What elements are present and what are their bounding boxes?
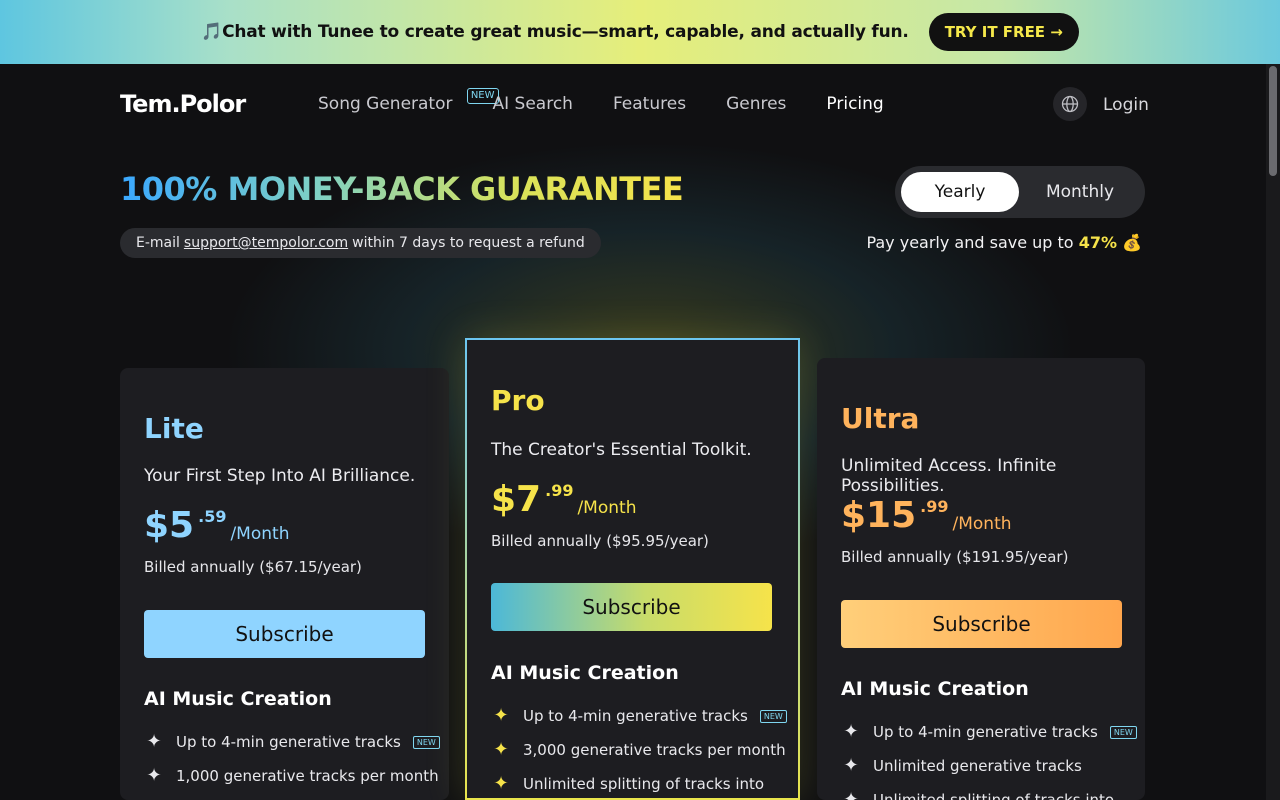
nav-pricing[interactable]: Pricing <box>826 94 883 114</box>
subscribe-button[interactable]: Subscribe <box>841 600 1122 648</box>
sparkle-icon: ✦ <box>146 765 162 786</box>
yearly-savings-note: Pay yearly and save up to 47% 💰 <box>866 233 1142 252</box>
save-text: Pay yearly and save up to <box>866 233 1074 252</box>
plan-price: $7 .99 /Month <box>491 480 636 520</box>
monthly-option[interactable]: Monthly <box>1021 172 1139 212</box>
price-whole: $5 <box>144 505 195 546</box>
sparkle-icon: ✦ <box>843 721 859 742</box>
feature-label: Unlimited generative tracks <box>873 757 1082 775</box>
sparkle-icon: ✦ <box>843 755 859 776</box>
price-cents: .99 <box>920 497 949 516</box>
feature-item: ✦ Up to 4-min generative tracks NEW <box>144 732 444 752</box>
sparkle-icon: ✦ <box>843 789 859 800</box>
price-cents: .59 <box>198 507 227 526</box>
nav-links: Song Generator NEW AI Search Features Ge… <box>318 88 924 114</box>
sparkle-icon: ✦ <box>493 773 509 794</box>
promo-banner: 🎵Chat with Tunee to create great music—s… <box>0 0 1280 64</box>
scrollbar-thumb[interactable] <box>1269 66 1277 176</box>
refund-prefix: E-mail <box>136 235 180 251</box>
price-cents: .99 <box>545 481 574 500</box>
plan-name: Pro <box>491 384 545 417</box>
new-badge: NEW <box>412 735 440 749</box>
refund-notice: E-mail support@tempolor.com within 7 day… <box>120 228 601 258</box>
refund-suffix: within 7 days to request a refund <box>352 235 585 251</box>
new-badge: NEW <box>1109 725 1137 739</box>
feature-label: 1,000 generative tracks per month <box>176 767 439 785</box>
plan-price: $5 .59 /Month <box>144 506 289 546</box>
price-period: /Month <box>577 498 637 518</box>
support-email-link[interactable]: support@tempolor.com <box>184 235 348 251</box>
billed-note: Billed annually ($95.95/year) <box>491 532 709 550</box>
nav-genres[interactable]: Genres <box>726 94 786 114</box>
money-back-guarantee-title: 100% MONEY-BACK GUARANTEE <box>120 170 684 208</box>
section-title: AI Music Creation <box>491 662 679 684</box>
price-period: /Month <box>952 514 1012 534</box>
plan-name: Ultra <box>841 402 920 435</box>
sparkle-icon: ✦ <box>493 705 509 726</box>
new-badge: NEW <box>759 709 787 723</box>
price-whole: $7 <box>491 479 542 520</box>
save-percent: 47% <box>1078 233 1117 252</box>
plan-description: The Creator's Essential Toolkit. <box>491 440 752 460</box>
logo[interactable]: Tem.Polor <box>120 90 246 118</box>
nav-song-generator[interactable]: Song Generator NEW <box>318 88 499 114</box>
feature-item: ✦ Unlimited splitting of tracks into <box>841 790 1141 800</box>
yearly-option[interactable]: Yearly <box>901 172 1019 212</box>
feature-label: 3,000 generative tracks per month <box>523 741 786 759</box>
nav-features[interactable]: Features <box>613 94 686 114</box>
nav-ai-search[interactable]: AI Search <box>493 94 573 114</box>
language-globe-icon[interactable] <box>1053 87 1087 121</box>
section-title: AI Music Creation <box>841 678 1029 700</box>
plan-description: Your First Step Into AI Brilliance. <box>144 466 416 486</box>
billed-note: Billed annually ($191.95/year) <box>841 548 1069 566</box>
top-nav: Tem.Polor Song Generator NEW AI Search F… <box>0 64 1266 146</box>
feature-label: Up to 4-min generative tracks <box>873 723 1098 741</box>
feature-item: ✦ 3,000 generative tracks per month <box>491 740 791 760</box>
sparkle-icon: ✦ <box>146 731 162 752</box>
feature-item: ✦ Unlimited splitting of tracks into <box>491 774 791 794</box>
nav-song-generator-label: Song Generator <box>318 94 453 114</box>
section-title: AI Music Creation <box>144 688 332 710</box>
feature-label: Unlimited splitting of tracks into <box>873 791 1115 800</box>
plan-card-lite: Lite Your First Step Into AI Brilliance.… <box>120 368 449 800</box>
feature-item: ✦ Unlimited generative tracks <box>841 756 1141 776</box>
promo-text: 🎵Chat with Tunee to create great music—s… <box>201 22 909 42</box>
plan-price: $15 .99 /Month <box>841 496 1012 536</box>
feature-item: ✦ Up to 4-min generative tracks NEW <box>491 706 791 726</box>
feature-label: Unlimited splitting of tracks into <box>523 775 765 793</box>
sparkle-icon: ✦ <box>493 739 509 760</box>
feature-label: Up to 4-min generative tracks <box>523 707 748 725</box>
feature-item: ✦ Up to 4-min generative tracks NEW <box>841 722 1141 742</box>
price-period: /Month <box>230 524 290 544</box>
plan-name: Lite <box>144 412 204 445</box>
plan-card-ultra: Ultra Unlimited Access. Infinite Possibi… <box>817 358 1145 800</box>
money-bag-icon: 💰 <box>1122 233 1142 252</box>
subscribe-button[interactable]: Subscribe <box>491 583 772 631</box>
subscribe-button[interactable]: Subscribe <box>144 610 425 658</box>
billing-period-toggle: Yearly Monthly <box>895 166 1145 218</box>
feature-item: ✦ 1,000 generative tracks per month <box>144 766 444 786</box>
feature-label: Up to 4-min generative tracks <box>176 733 401 751</box>
plan-card-pro: Pro The Creator's Essential Toolkit. $7 … <box>465 338 800 800</box>
plan-description: Unlimited Access. Infinite Possibilities… <box>841 456 1057 496</box>
billed-note: Billed annually ($67.15/year) <box>144 558 362 576</box>
price-whole: $15 <box>841 495 917 536</box>
try-it-free-button[interactable]: TRY IT FREE → <box>928 13 1079 51</box>
login-link[interactable]: Login <box>1103 95 1149 115</box>
